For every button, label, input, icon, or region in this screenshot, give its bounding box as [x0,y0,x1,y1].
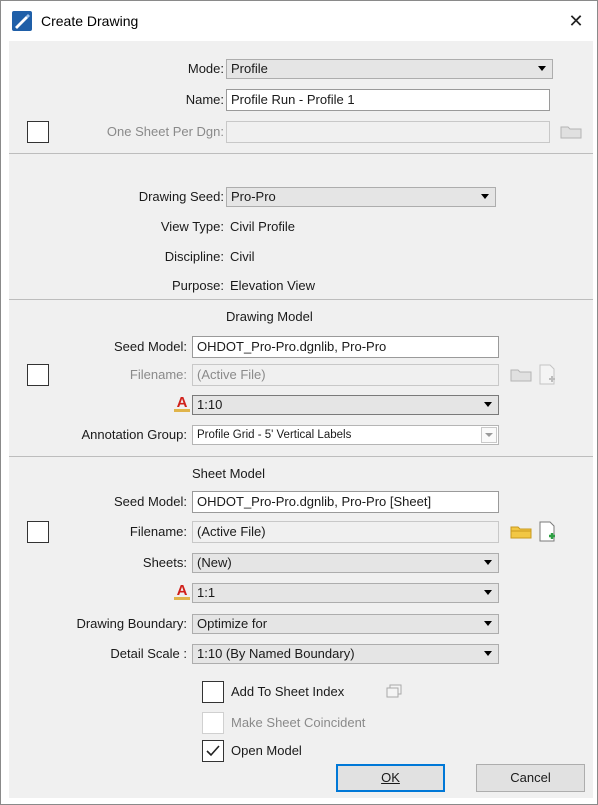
sheet-filename-value: (Active File) [197,524,266,539]
svg-text:A: A [177,394,188,411]
drawing-seed-model-field[interactable]: OHDOT_Pro-Pro.dgnlib, Pro-Pro [192,336,499,358]
chevron-down-icon [484,621,492,626]
sheet-seed-model-value: OHDOT_Pro-Pro.dgnlib, Pro-Pro [Sheet] [197,494,432,509]
sheet-scale-value: 1:1 [197,585,216,600]
make-sheet-coincident-label: Make Sheet Coincident [231,715,366,730]
close-button[interactable]: ✕ [561,7,591,35]
sheet-index-icon[interactable] [385,684,403,700]
name-field[interactable]: Profile Run - Profile 1 [226,89,550,111]
mode-value: Profile [231,61,268,76]
purpose-value: Elevation View [230,278,316,293]
window-title: Create Drawing [41,13,139,29]
drawing-seed-model-label: Seed Model: [114,339,187,354]
sheets-value: (New) [197,555,232,570]
sheets-select[interactable]: (New) [192,553,499,573]
detail-scale-value: 1:10 (By Named Boundary) [197,646,355,661]
separator [9,153,593,154]
new-file-icon[interactable] [539,521,557,543]
svg-text:A: A [177,582,188,599]
drawing-seed-label: Drawing Seed: [138,189,224,204]
checkmark-icon [206,745,220,757]
chevron-down-icon [481,194,489,199]
name-label: Name: [185,92,224,107]
mode-select[interactable]: Profile [226,59,553,79]
sheets-label: Sheets: [142,555,187,570]
annotation-group-value: Profile Grid - 5' Vertical Labels [197,429,352,441]
name-value: Profile Run - Profile 1 [231,92,355,107]
cancel-button-label: Cancel [510,770,551,785]
drawing-filename-checkbox[interactable] [27,364,49,386]
folder-icon[interactable] [510,368,532,382]
sheet-filename-checkbox[interactable] [27,521,49,543]
view-type-value: Civil Profile [230,219,296,234]
one-sheet-per-dgn-checkbox[interactable] [27,121,49,143]
ok-button-label: OK [381,770,400,785]
drawing-scale-value: 1:10 [197,397,223,412]
sheet-model-heading: Sheet Model [192,466,265,481]
close-icon: ✕ [568,11,584,31]
annotation-scale-icon: A [174,582,190,600]
create-drawing-icon [12,11,32,31]
mode-label: Mode: [187,61,224,76]
drawing-filename-value: (Active File) [197,367,266,382]
sheet-filename-label: Filename: [129,524,187,539]
detail-scale-label: Detail Scale : [110,646,187,661]
chevron-down-icon [484,402,492,407]
open-model-checkbox[interactable] [202,740,224,762]
annotation-scale-icon: A [174,394,190,412]
chevron-down-icon [481,427,497,443]
drawing-seed-model-value: OHDOT_Pro-Pro.dgnlib, Pro-Pro [197,339,387,354]
annotation-group-select[interactable]: Profile Grid - 5' Vertical Labels [192,425,499,445]
title-bar: Create Drawing ✕ [1,1,597,41]
open-model-label: Open Model [231,743,302,758]
new-file-icon[interactable] [539,364,557,386]
one-sheet-per-dgn-label: One Sheet Per Dgn: [106,124,224,139]
detail-scale-select[interactable]: 1:10 (By Named Boundary) [192,644,499,664]
drawing-scale-select[interactable]: 1:10 [192,395,499,415]
view-type-label: View Type: [160,219,224,234]
sheet-seed-model-label: Seed Model: [114,494,187,509]
drawing-filename-label: Filename: [129,367,187,382]
discipline-value: Civil [230,249,255,264]
drawing-model-heading: Drawing Model [226,309,313,324]
separator [9,456,593,457]
folder-icon[interactable] [560,125,582,139]
chevron-down-icon [484,651,492,656]
ok-button[interactable]: OK [336,764,445,792]
drawing-seed-value: Pro-Pro [231,189,276,204]
sheet-seed-model-field[interactable]: OHDOT_Pro-Pro.dgnlib, Pro-Pro [Sheet] [192,491,499,513]
discipline-label: Discipline: [164,249,224,264]
drawing-boundary-label: Drawing Boundary: [76,616,187,631]
annotation-group-label: Annotation Group: [81,427,187,442]
chevron-down-icon [484,560,492,565]
sheet-scale-select[interactable]: 1:1 [192,583,499,603]
one-sheet-per-dgn-field[interactable] [226,121,550,143]
drawing-filename-field[interactable]: (Active File) [192,364,499,386]
drawing-seed-select[interactable]: Pro-Pro [226,187,496,207]
purpose-label: Purpose: [171,278,224,293]
separator [9,299,593,300]
add-to-sheet-index-label: Add To Sheet Index [231,684,345,699]
cancel-button[interactable]: Cancel [476,764,585,792]
chevron-down-icon [484,590,492,595]
add-to-sheet-index-checkbox[interactable] [202,681,224,703]
drawing-boundary-select[interactable]: Optimize for [192,614,499,634]
folder-icon[interactable] [510,525,532,539]
drawing-boundary-value: Optimize for [197,616,268,631]
dialog-body: Mode: Profile Name: Profile Run - Profil… [9,41,593,798]
create-drawing-dialog: Create Drawing ✕ Mode: Profile Name: Pro… [0,0,598,805]
chevron-down-icon [538,66,546,71]
make-sheet-coincident-checkbox[interactable] [202,712,224,734]
sheet-filename-field[interactable]: (Active File) [192,521,499,543]
